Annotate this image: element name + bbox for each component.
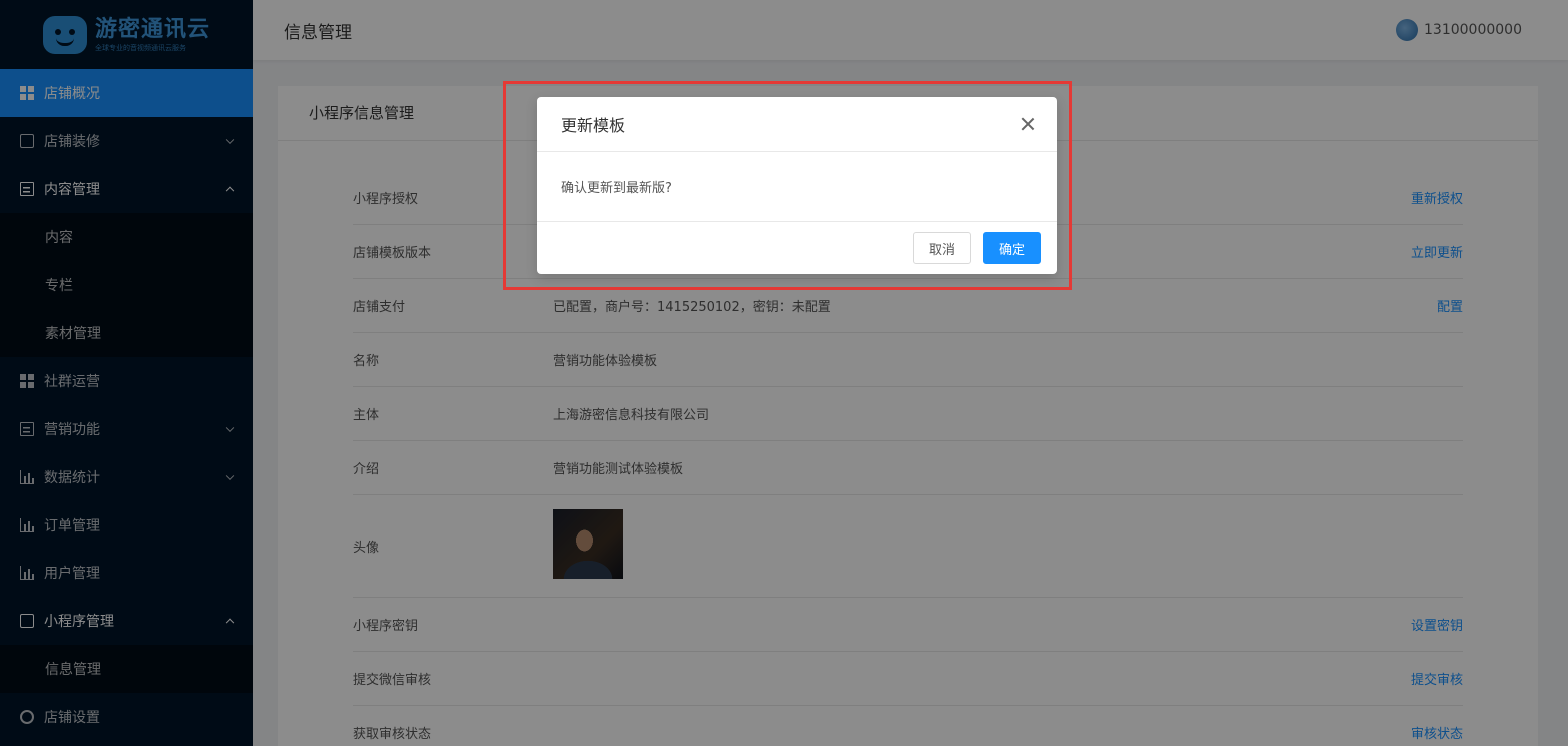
highlight-box <box>503 81 1072 290</box>
